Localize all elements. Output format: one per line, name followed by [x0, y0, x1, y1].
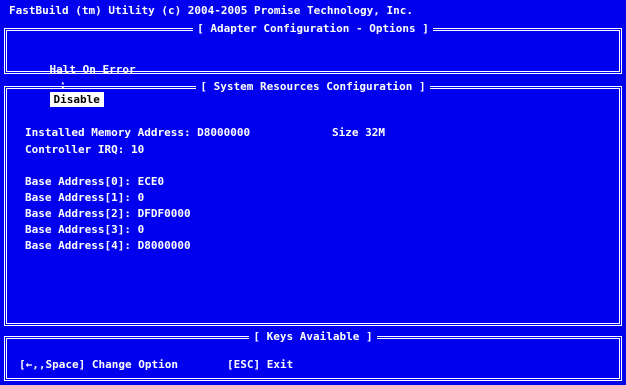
- installed-memory-address: Installed Memory Address: D8000000: [25, 126, 251, 139]
- change-option-key-hint: [←,,Space] Change Option: [19, 358, 178, 371]
- keys-available-panel: [ Keys Available ] [←,,Space] Change Opt…: [4, 330, 622, 381]
- adapter-options-title: [ Adapter Configuration - Options ]: [193, 22, 433, 35]
- halt-on-error-label: Halt On Error: [49, 63, 136, 76]
- base-address-3: Base Address[3]: 0: [25, 223, 145, 236]
- memory-size: Size 32M: [332, 126, 385, 139]
- controller-irq: Controller IRQ: 10: [25, 143, 145, 156]
- keys-available-title: [ Keys Available ]: [249, 330, 377, 343]
- base-address-1: Base Address[1]: 0: [25, 191, 145, 204]
- system-resources-panel: [ System Resources Configuration ] Insta…: [4, 80, 622, 326]
- exit-key-hint: [ESC] Exit: [227, 358, 294, 371]
- system-resources-title: [ System Resources Configuration ]: [196, 80, 430, 93]
- base-address-2: Base Address[2]: DFDF0000: [25, 207, 191, 220]
- app-title: FastBuild (tm) Utility (c) 2004-2005 Pro…: [9, 4, 413, 17]
- base-address-4: Base Address[4]: D8000000: [25, 239, 191, 252]
- adapter-options-panel: [ Adapter Configuration - Options ] Halt…: [4, 22, 622, 107]
- base-address-0: Base Address[0]: ECE0: [25, 175, 165, 188]
